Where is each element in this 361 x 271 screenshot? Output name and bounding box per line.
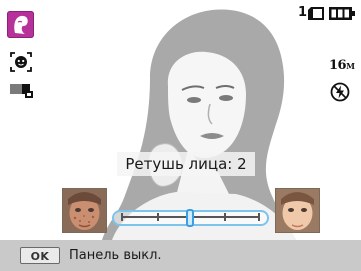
camera-screen: 1 16M Ретушь лица: 2 OK Панель выкл. — [0, 0, 361, 271]
slider-tick — [224, 213, 226, 221]
slider-tick — [121, 213, 123, 221]
eye-right — [219, 95, 233, 101]
slider-tick — [157, 213, 159, 221]
eye-left — [187, 97, 201, 103]
slider-tick — [258, 213, 260, 221]
shot-count: 1 — [298, 5, 308, 20]
bottom-hint-bar: OK Панель выкл. — [0, 240, 361, 271]
battery-full-icon — [329, 7, 355, 20]
face-retouch-caption: Ретушь лица: 2 — [117, 152, 255, 176]
flash-off-icon — [330, 82, 350, 102]
ok-button[interactable]: OK — [20, 247, 60, 264]
panel-off-label: Панель выкл. — [69, 248, 162, 263]
face-detection-icon — [10, 52, 32, 72]
after-face-thumbnail — [275, 188, 320, 233]
face-retouch-slider[interactable] — [112, 209, 269, 227]
resolution-indicator: 16M — [329, 58, 355, 73]
metering-icon — [10, 84, 33, 98]
before-face-thumbnail — [62, 188, 107, 233]
memory-card-icon — [308, 7, 324, 20]
slider-knob[interactable] — [186, 209, 194, 227]
beauty-face-mode-icon[interactable] — [7, 11, 34, 38]
